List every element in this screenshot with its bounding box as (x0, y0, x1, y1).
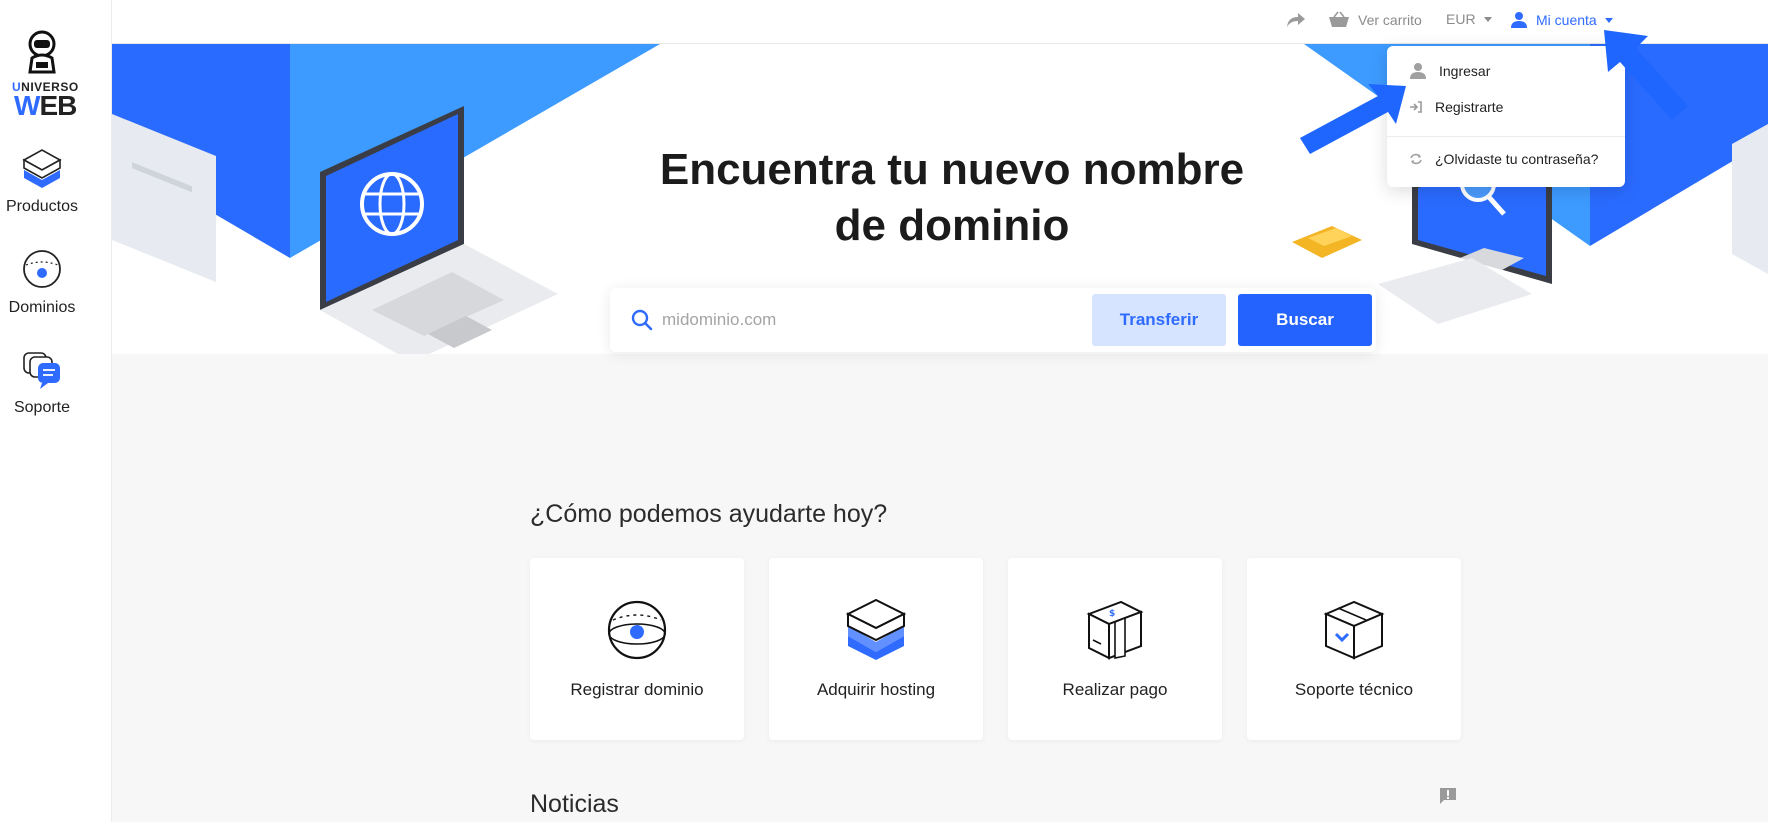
astronaut-logo-icon (28, 30, 56, 74)
menu-item-label: Ingresar (1439, 63, 1491, 79)
box-stack-icon (22, 149, 62, 188)
support-package-icon (1323, 600, 1385, 660)
chevron-down-icon (1604, 17, 1613, 23)
sidebar-item-dominios[interactable]: Dominios (0, 245, 84, 317)
news-section-title: Noticias (530, 790, 619, 818)
menu-item-label: Registrarte (1435, 99, 1504, 115)
account-menu-toggle[interactable]: Mi cuenta (1510, 11, 1613, 29)
share-button[interactable] (1286, 11, 1306, 29)
sidebar-item-label: Soporte (13, 399, 71, 416)
card-buy-hosting[interactable]: Adquirir hosting (769, 558, 983, 740)
brand-logo[interactable]: UNIVERSO WEB (6, 28, 78, 121)
search-icon (631, 309, 653, 331)
help-section-title: ¿Cómo podemos ayudarte hoy? (530, 500, 888, 528)
card-make-payment[interactable]: $ Realizar pago (1008, 558, 1222, 740)
card-label: Adquirir hosting (816, 680, 936, 699)
payment-package-icon: $ (1086, 600, 1144, 660)
menu-item-forgot-password[interactable]: ¿Olvidaste tu contraseña? (1387, 144, 1625, 174)
basket-icon (1329, 11, 1349, 27)
globe-icon (607, 600, 667, 660)
menu-item-label: ¿Olvidaste tu contraseña? (1435, 151, 1599, 167)
transfer-button[interactable]: Transferir (1092, 294, 1226, 346)
menu-item-login[interactable]: Ingresar (1387, 56, 1625, 86)
sidebar-item-label: Productos (5, 198, 79, 215)
sidebar-item-soporte[interactable]: Soporte (0, 345, 84, 417)
menu-item-register[interactable]: Registrarte (1387, 92, 1625, 122)
chat-bubbles-icon (23, 352, 60, 389)
search-button[interactable]: Buscar (1238, 294, 1372, 346)
cart-link[interactable]: Ver carrito (1328, 11, 1422, 29)
sidebar-item-label: Dominios (8, 299, 76, 316)
domain-search-bar: Transferir Buscar (610, 288, 1376, 352)
sidebar: UNIVERSO WEB Productos Dominios Soporte (0, 0, 112, 822)
hosting-box-icon (845, 598, 907, 660)
cart-label: Ver carrito (1358, 12, 1422, 28)
card-label: Registrar dominio (570, 680, 704, 699)
globe-icon (23, 250, 61, 288)
domain-search-input[interactable] (662, 302, 1062, 338)
chevron-down-icon (1483, 16, 1492, 22)
sign-in-icon (1410, 101, 1422, 113)
currency-select[interactable]: EUR (1446, 11, 1492, 27)
user-icon (1410, 63, 1426, 79)
menu-divider (1387, 136, 1625, 137)
svg-text:$: $ (1109, 609, 1115, 619)
hero-title: Encuentra tu nuevo nombre de dominio (659, 145, 1245, 250)
sidebar-item-productos[interactable]: Productos (0, 144, 84, 216)
card-technical-support[interactable]: Soporte técnico (1247, 558, 1461, 740)
account-dropdown-menu: Ingresar Registrarte ¿Olvidaste tu contr… (1387, 46, 1625, 187)
card-register-domain[interactable]: Registrar dominio (530, 558, 744, 740)
refresh-icon (1410, 153, 1422, 165)
annotation-arrow-icon (1300, 84, 1406, 154)
card-label: Realizar pago (1062, 680, 1168, 699)
account-label: Mi cuenta (1536, 12, 1597, 28)
share-arrow-icon (1287, 13, 1305, 27)
user-icon (1511, 12, 1527, 28)
card-label: Soporte técnico (1294, 680, 1414, 699)
feedback-icon[interactable] (1438, 786, 1458, 806)
currency-label: EUR (1446, 11, 1476, 27)
brand-line-2: WEB (14, 90, 77, 121)
top-bar: Ver carrito EUR Mi cuenta (112, 0, 1768, 44)
annotation-arrow-icon (1604, 30, 1688, 120)
